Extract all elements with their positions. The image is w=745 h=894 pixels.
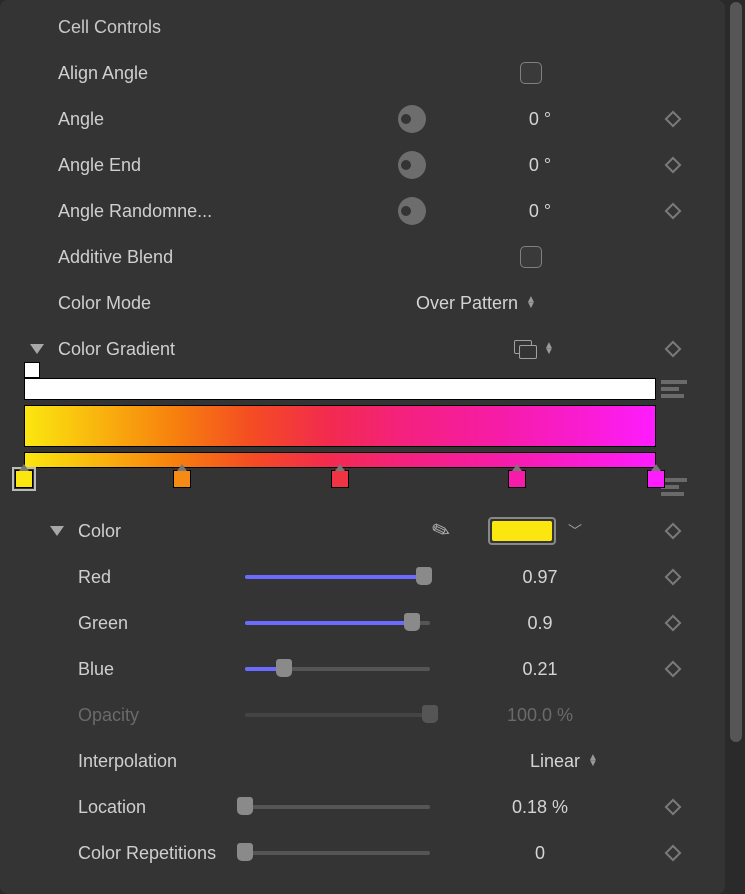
color-stop-2[interactable] — [331, 470, 349, 488]
label-align-angle: Align Angle — [58, 63, 318, 84]
row-color-repetitions: Color Repetitions 0 — [0, 830, 725, 876]
keyframe-color-repetitions[interactable] — [665, 845, 682, 862]
preset-icon — [514, 340, 536, 358]
row-location: Location 0.18 % — [0, 784, 725, 830]
label-interpolation: Interpolation — [78, 751, 248, 772]
label-location: Location — [78, 797, 248, 818]
label-color-gradient: Color Gradient — [58, 339, 318, 360]
gradient-bar[interactable] — [24, 405, 656, 447]
keyframe-red[interactable] — [665, 569, 682, 586]
gradient-preset-popup[interactable]: ▲▼ — [514, 340, 554, 358]
label-red: Red — [78, 567, 248, 588]
row-color-mode: Color Mode Over Pattern ▲▼ — [0, 280, 725, 326]
value-color-repetitions[interactable]: 0 — [480, 843, 600, 864]
color-stops-track[interactable] — [24, 468, 656, 490]
label-color: Color — [78, 521, 318, 542]
row-color-gradient: Color Gradient ▲▼ — [0, 326, 725, 372]
stepper-icon: ▲▼ — [526, 297, 536, 309]
slider-color-repetitions[interactable] — [245, 841, 430, 865]
value-red[interactable]: 0.97 — [480, 567, 600, 588]
stepper-icon: ▲▼ — [588, 755, 598, 767]
popup-interpolation[interactable]: Linear ▲▼ — [530, 751, 598, 772]
slider-location[interactable] — [245, 795, 430, 819]
label-green: Green — [78, 613, 248, 634]
value-angle-end[interactable]: 0 ° — [480, 155, 600, 176]
color-stop-4[interactable] — [647, 470, 665, 488]
row-green: Green 0.9 — [0, 600, 725, 646]
color-well[interactable] — [488, 517, 556, 545]
gradient-editor — [0, 372, 725, 508]
label-color-repetitions: Color Repetitions — [78, 843, 248, 864]
inspector-panel: Cell Controls Align Angle Angle 0 ° Angl… — [0, 0, 725, 894]
keyframe-location[interactable] — [665, 799, 682, 816]
dial-angle-end[interactable] — [398, 151, 426, 179]
dial-angle-randomness[interactable] — [398, 197, 426, 225]
disclosure-color[interactable] — [50, 526, 64, 536]
distribute-opacity-icon[interactable] — [661, 380, 687, 398]
keyframe-color-gradient[interactable] — [665, 341, 682, 358]
checkbox-align-angle[interactable] — [520, 62, 542, 84]
scrollbar-track[interactable] — [727, 0, 745, 894]
row-angle-end: Angle End 0 ° — [0, 142, 725, 188]
value-location[interactable]: 0.18 % — [480, 797, 600, 818]
slider-opacity — [245, 703, 430, 727]
row-color: Color ✎ ﹀ — [0, 508, 725, 554]
popup-color-mode-value: Over Pattern — [416, 293, 518, 314]
slider-red[interactable] — [245, 565, 430, 589]
scrollbar-thumb[interactable] — [730, 2, 742, 742]
keyframe-angle-end[interactable] — [665, 157, 682, 174]
value-blue[interactable]: 0.21 — [480, 659, 600, 680]
row-red: Red 0.97 — [0, 554, 725, 600]
label-blue: Blue — [78, 659, 248, 680]
row-opacity: Opacity 100.0 % — [0, 692, 725, 738]
row-align-angle: Align Angle — [0, 50, 725, 96]
checkbox-additive-blend[interactable] — [520, 246, 542, 268]
opacity-stop-0[interactable] — [24, 362, 40, 378]
label-opacity: Opacity — [78, 705, 248, 726]
label-angle-end: Angle End — [58, 155, 318, 176]
eyedropper-icon[interactable]: ✎ — [428, 516, 454, 547]
color-stop-1[interactable] — [173, 470, 191, 488]
disclosure-color-gradient[interactable] — [30, 344, 44, 354]
keyframe-blue[interactable] — [665, 661, 682, 678]
label-angle: Angle — [58, 109, 318, 130]
section-header-cell-controls: Cell Controls — [0, 4, 725, 50]
keyframe-color[interactable] — [665, 523, 682, 540]
color-stop-3[interactable] — [508, 470, 526, 488]
row-additive-blend: Additive Blend — [0, 234, 725, 280]
section-title: Cell Controls — [28, 17, 161, 38]
row-angle: Angle 0 ° — [0, 96, 725, 142]
slider-green[interactable] — [245, 611, 430, 635]
dial-angle[interactable] — [398, 105, 426, 133]
value-angle-randomness[interactable]: 0 ° — [480, 201, 600, 222]
row-interpolation: Interpolation Linear ▲▼ — [0, 738, 725, 784]
popup-color-mode[interactable]: Over Pattern ▲▼ — [416, 293, 536, 314]
stepper-icon: ▲▼ — [544, 343, 554, 355]
row-angle-randomness: Angle Randomne... 0 ° — [0, 188, 725, 234]
keyframe-green[interactable] — [665, 615, 682, 632]
keyframe-angle-randomness[interactable] — [665, 203, 682, 220]
value-opacity: 100.0 % — [480, 705, 600, 726]
chevron-down-icon[interactable]: ﹀ — [568, 521, 582, 541]
row-blue: Blue 0.21 — [0, 646, 725, 692]
color-well-swatch — [492, 521, 552, 541]
keyframe-angle[interactable] — [665, 111, 682, 128]
label-additive-blend: Additive Blend — [58, 247, 318, 268]
value-angle[interactable]: 0 ° — [480, 109, 600, 130]
popup-interpolation-value: Linear — [530, 751, 580, 772]
color-stop-0[interactable] — [15, 470, 33, 488]
opacity-bar[interactable] — [24, 378, 656, 400]
slider-blue[interactable] — [245, 657, 430, 681]
label-color-mode: Color Mode — [58, 293, 318, 314]
value-green[interactable]: 0.9 — [480, 613, 600, 634]
label-angle-randomness: Angle Randomne... — [58, 201, 318, 222]
